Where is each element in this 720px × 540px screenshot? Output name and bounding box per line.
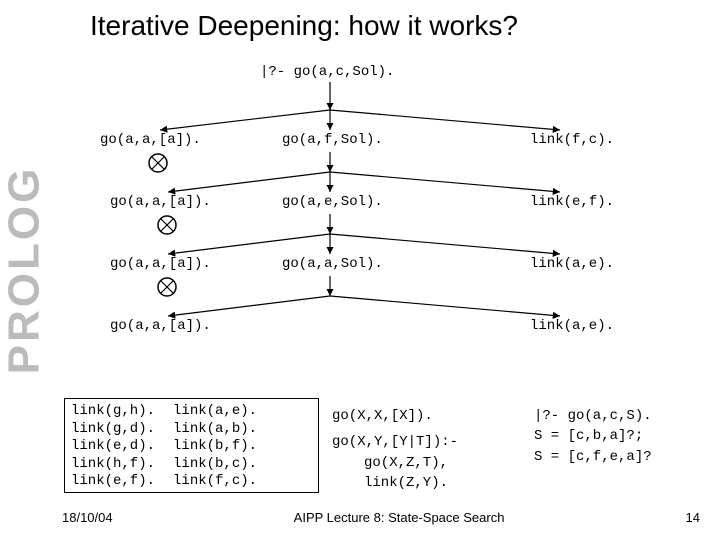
- facts-col-1: link(g,h). link(g,d). link(e,d). link(h,…: [71, 403, 155, 488]
- fail-icon: [147, 152, 169, 174]
- node-m3: go(a,a,Sol).: [282, 256, 383, 272]
- fact: link(g,h).: [71, 403, 155, 421]
- node-m1: go(a,f,Sol).: [282, 132, 383, 148]
- node-l4: go(a,a,[a]).: [110, 318, 211, 334]
- facts-box: link(g,h). link(g,d). link(e,d). link(h,…: [64, 398, 319, 493]
- fact: link(h,f).: [71, 456, 155, 474]
- fact: link(g,d).: [71, 421, 155, 439]
- answer-line: S = [c,b,a]?;: [534, 426, 652, 446]
- node-l1: go(a,a,[a]).: [100, 132, 201, 148]
- rule-line: go(X,X,[X]).: [332, 406, 458, 426]
- fact: link(b,c).: [173, 456, 257, 474]
- rule-line: go(X,Y,[Y|T]):-: [332, 432, 458, 452]
- fact: link(b,f).: [173, 438, 257, 456]
- answers-block: |?- go(a,c,S). S = [c,b,a]?; S = [c,f,e,…: [534, 406, 652, 467]
- node-r1: link(f,c).: [530, 132, 614, 148]
- answer-line: S = [c,f,e,a]?: [534, 447, 652, 467]
- facts-col-2: link(a,e). link(a,b). link(b,f). link(b,…: [173, 403, 257, 488]
- footer-page: 14: [686, 510, 700, 525]
- sidebar-prolog: PROLOG: [0, 0, 48, 540]
- node-l3: go(a,a,[a]).: [110, 256, 211, 272]
- node-r2: link(e,f).: [530, 194, 614, 210]
- footer-date: 18/10/04: [62, 510, 113, 525]
- prolog-query: |?- go(a,c,Sol).: [260, 64, 394, 80]
- fail-icon: [156, 214, 178, 236]
- sidebar-label: PROLOG: [0, 166, 49, 375]
- page-title: Iterative Deepening: how it works?: [90, 10, 518, 42]
- fact: link(f,c).: [173, 473, 257, 491]
- fact: link(e,f).: [71, 473, 155, 491]
- rules-block: go(X,X,[X]). go(X,Y,[Y|T]):- go(X,Z,T), …: [332, 406, 458, 493]
- node-m2: go(a,e,Sol).: [282, 194, 383, 210]
- rule-line: link(Z,Y).: [332, 473, 458, 493]
- fact: link(e,d).: [71, 438, 155, 456]
- fact: link(a,e).: [173, 403, 257, 421]
- node-l2: go(a,a,[a]).: [110, 194, 211, 210]
- rule-line: go(X,Z,T),: [332, 453, 458, 473]
- node-r3: link(a,e).: [530, 256, 614, 272]
- footer: 18/10/04 AIPP Lecture 8: State-Space Sea…: [62, 510, 700, 525]
- fail-icon: [156, 276, 178, 298]
- footer-center: AIPP Lecture 8: State-Space Search: [294, 510, 505, 525]
- answer-line: |?- go(a,c,S).: [534, 406, 652, 426]
- fact: link(a,b).: [173, 421, 257, 439]
- node-r4: link(a,e).: [530, 318, 614, 334]
